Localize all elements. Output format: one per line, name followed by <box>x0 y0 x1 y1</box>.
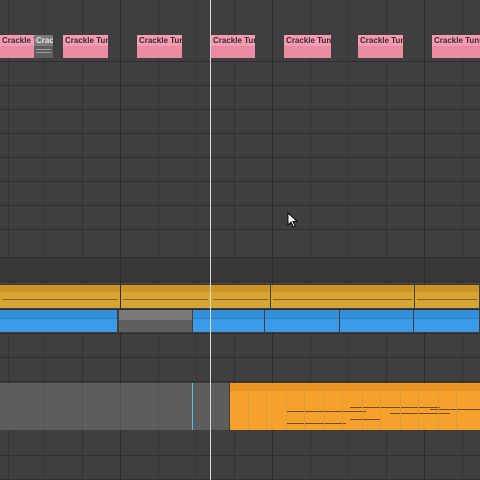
audio-clip[interactable] <box>193 310 264 332</box>
grid-line <box>82 383 83 430</box>
clip-name: Crackle Tunin <box>360 36 403 45</box>
grid-line <box>362 391 363 430</box>
waveform-line <box>213 299 268 300</box>
clip-body <box>0 46 34 58</box>
waveform-line <box>2 299 118 300</box>
clip-divider <box>340 318 413 319</box>
clip-header <box>0 310 117 318</box>
clip-body <box>211 46 255 58</box>
grid-line <box>324 391 325 430</box>
grid-line <box>418 391 419 430</box>
midi-note <box>390 413 450 414</box>
grid-line <box>400 391 401 430</box>
clip-name: Crackle Tunin <box>434 36 480 45</box>
waveform-line <box>417 299 477 300</box>
audio-clip[interactable]: Crackle Tunin <box>432 35 480 58</box>
track-lane-empty-3[interactable] <box>0 86 480 110</box>
clip-divider <box>0 318 117 319</box>
grid-line <box>342 391 343 430</box>
clip-name: Crackle Tunin <box>2 36 34 45</box>
waveform-line <box>36 49 51 50</box>
track-lane-empty-13[interactable] <box>0 430 480 456</box>
audio-clip[interactable] <box>265 310 339 332</box>
grid-line <box>304 391 305 430</box>
track-lane-empty-8[interactable] <box>0 206 480 230</box>
audio-clip[interactable]: Crac <box>34 35 53 58</box>
clip-name: Crackle Tunin <box>213 36 255 45</box>
clip-header <box>119 310 192 320</box>
clip-header <box>230 383 480 391</box>
clip-name: Crackle Tunin <box>65 36 108 45</box>
clip-header <box>193 310 264 318</box>
waveform-line <box>273 299 412 300</box>
clip-name: Crac <box>36 36 53 45</box>
audio-clip[interactable] <box>271 285 414 308</box>
clip-header <box>265 310 339 318</box>
grid-line <box>438 391 439 430</box>
clip-name: Crackle Tunin <box>139 36 182 45</box>
track-lane-empty-12[interactable] <box>0 358 480 382</box>
grid-line <box>380 391 381 430</box>
clip-divider <box>265 318 339 319</box>
audio-clip[interactable]: Crackle Tunin <box>63 35 108 58</box>
grid-line <box>266 391 267 430</box>
midi-note <box>350 419 380 420</box>
clip-header <box>211 285 270 292</box>
loop-marker-line <box>192 383 193 430</box>
clip-header <box>121 285 210 292</box>
track-lane-empty-14[interactable] <box>0 456 480 480</box>
midi-note <box>286 423 346 424</box>
midi-note <box>350 407 440 408</box>
arrangement-view: Crackle TuninCracCrackle TuninCrackle Tu… <box>0 0 480 480</box>
clip-body <box>63 46 108 58</box>
grid-line <box>456 391 457 430</box>
midi-clip[interactable] <box>230 383 480 430</box>
insert-marker-line <box>210 0 211 480</box>
midi-note <box>286 411 366 412</box>
clip-body <box>432 46 480 58</box>
audio-clip[interactable] <box>0 285 120 308</box>
track-lane-empty-7[interactable] <box>0 182 480 206</box>
grid-line <box>286 391 287 430</box>
audio-clip[interactable]: Crackle Tunin <box>137 35 182 58</box>
track-lane-empty-9[interactable] <box>0 230 480 258</box>
audio-clip[interactable] <box>414 310 479 332</box>
track-lane-empty-6[interactable] <box>0 158 480 182</box>
track-lane-empty-11[interactable] <box>0 334 480 358</box>
clip-body <box>284 46 331 58</box>
grid-line <box>158 383 159 430</box>
clip-body <box>358 46 403 58</box>
track-lane-empty-5[interactable] <box>0 134 480 158</box>
audio-clip[interactable]: Crackle Tunin <box>284 35 331 58</box>
audio-clip[interactable] <box>415 285 479 308</box>
audio-clip[interactable]: Crackle Tunin <box>211 35 255 58</box>
audio-clip[interactable]: Crackle Tunin <box>0 35 34 58</box>
grid-line <box>44 383 45 430</box>
audio-clip[interactable] <box>121 285 210 308</box>
track-lane-empty-2[interactable] <box>0 62 480 86</box>
grid-line <box>248 391 249 430</box>
clip-name: Crackle Tunin <box>286 36 331 45</box>
clip-header <box>414 310 479 318</box>
audio-clip[interactable]: Crackle Tunin <box>358 35 403 58</box>
clip-header <box>271 285 414 292</box>
arrow-cursor-icon <box>287 212 299 228</box>
audio-clip[interactable] <box>0 310 117 332</box>
clip-header <box>0 285 120 292</box>
clip-header <box>415 285 479 292</box>
grid-line <box>120 383 121 430</box>
audio-clip-muted[interactable] <box>0 383 229 430</box>
waveform-line <box>123 299 208 300</box>
waveform-line <box>36 52 51 53</box>
clip-divider <box>193 318 264 319</box>
clip-body <box>137 46 182 58</box>
track-lane-empty-4[interactable] <box>0 110 480 134</box>
audio-clip[interactable] <box>211 285 270 308</box>
clip-header <box>340 310 413 318</box>
track-lane-empty-10[interactable] <box>0 258 480 282</box>
audio-clip[interactable] <box>340 310 413 332</box>
clip-divider <box>414 318 479 319</box>
